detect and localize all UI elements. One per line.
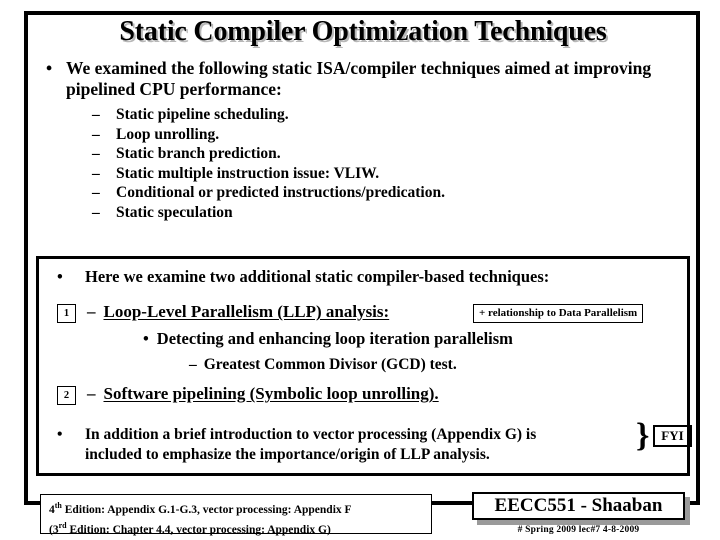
bullet-dot-icon: • (57, 267, 63, 286)
list-item: – Static multiple instruction issue: VLI… (92, 164, 688, 184)
top-level-bullet: • We examined the following static ISA/c… (36, 58, 688, 100)
bullet-dot-icon: • (46, 58, 53, 78)
technique-item-1: – Loop-Level Parallelism (LLP) analysis: (87, 301, 389, 322)
dash-marker-icon: – (92, 203, 100, 221)
technique-item-1-label: Loop-Level Parallelism (LLP) analysis: (103, 302, 390, 321)
reference-line-1-post: Edition: Appendix G.1-G.3, vector proces… (61, 503, 352, 516)
inner-intro-bullet-text: Here we examine two additional static co… (85, 267, 550, 286)
sub-bullet-detecting: • Detecting and enhancing loop iteration … (143, 329, 513, 349)
reference-line-2-post: Edition: Chapter 4.4, vector processing:… (66, 523, 331, 536)
list-item-label: Loop unrolling. (116, 125, 220, 143)
reference-line-1-sup: th (54, 501, 62, 510)
list-item: – Loop unrolling. (92, 125, 688, 145)
reference-box: 4th Edition: Appendix G.1-G.3, vector pr… (40, 494, 432, 536)
slide-canvas: Static Compiler Optimization Techniques … (0, 0, 720, 540)
slide-title: Static Compiler Optimization Techniques (119, 16, 607, 47)
top-bullet-block: • We examined the following static ISA/c… (36, 58, 688, 222)
sub-bullet-detecting-label: Detecting and enhancing loop iteration p… (156, 329, 513, 348)
list-item: – Static speculation (92, 203, 688, 223)
closing-bullet: • In addition a brief introduction to ve… (57, 425, 685, 465)
list-item: – Conditional or predicted instructions/… (92, 183, 688, 203)
inner-intro-bullet: • Here we examine two additional static … (57, 267, 685, 287)
reference-line-2-sup: rd (58, 520, 67, 530)
dash-marker-icon: – (92, 125, 100, 143)
reference-line-2: (3rd Edition: Chapter 4.4, vector proces… (49, 518, 431, 538)
sub-dash-gcd-test: – Greatest Common Divisor (GCD) test. (189, 355, 457, 374)
fyi-badge: FYI (653, 425, 692, 447)
top-level-bullet-text: We examined the following static ISA/com… (66, 58, 652, 99)
item-number-badge-1: 1 (57, 304, 76, 323)
dash-marker-icon: – (92, 184, 100, 201)
dash-marker-icon: – (189, 356, 197, 373)
list-item-label: Static multiple instruction issue: VLIW. (116, 164, 380, 182)
closing-bullet-line1: In addition a brief introduction to vect… (85, 426, 537, 443)
item-number-badge-2: 2 (57, 386, 76, 405)
dash-marker-icon: – (87, 302, 96, 321)
technique-list: – Static pipeline scheduling. – Loop unr… (36, 105, 688, 222)
callout-data-parallelism: + relationship to Data Parallelism (473, 304, 644, 323)
closing-bullet-line2: included to emphasize the importance/ori… (85, 446, 490, 463)
list-item: – Static branch prediction. (92, 144, 688, 164)
bullet-dot-icon: • (57, 426, 63, 443)
curly-brace-icon: } (636, 417, 650, 454)
reference-line-2-pre: (3 (49, 523, 59, 536)
list-item-label: Conditional or predicted instructions/pr… (116, 184, 445, 201)
list-item-label: Static branch prediction. (116, 145, 281, 162)
inner-highlight-box: • Here we examine two additional static … (36, 256, 692, 476)
list-item-label: Static speculation (116, 203, 233, 221)
course-badge: EECC551 - Shaaban (472, 492, 685, 520)
list-item-label: Static pipeline scheduling. (116, 106, 289, 123)
technique-item-2-label: Software pipelining (Symbolic loop unrol… (103, 384, 439, 403)
reference-line-1: 4th Edition: Appendix G.1-G.3, vector pr… (49, 498, 431, 518)
dash-marker-icon: – (92, 164, 100, 182)
bullet-dot-icon: • (143, 329, 149, 348)
list-item: – Static pipeline scheduling. (92, 105, 688, 125)
sub-dash-gcd-test-label: Greatest Common Divisor (GCD) test. (203, 356, 457, 373)
technique-item-2: – Software pipelining (Symbolic loop unro… (87, 383, 439, 404)
course-term-line: # Spring 2009 lec#7 4-8-2009 (517, 525, 640, 535)
dash-marker-icon: – (92, 106, 100, 123)
dash-marker-icon: – (92, 145, 100, 162)
dash-marker-icon: – (87, 384, 96, 403)
